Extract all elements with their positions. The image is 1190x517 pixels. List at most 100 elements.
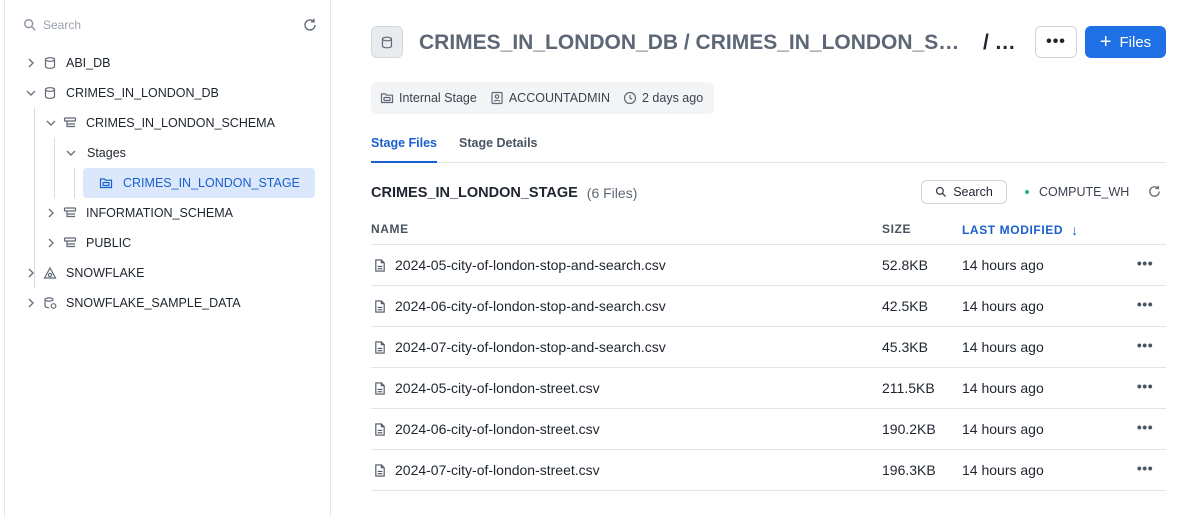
file-size: 45.3KB bbox=[882, 339, 928, 355]
table-row[interactable]: 2024-05-city-of-london-street.csv 211.5K… bbox=[371, 368, 1166, 409]
page-title: CRIMES_IN_LONDON_DB / CRIMES_IN_LONDON_S… bbox=[419, 28, 1027, 58]
stage-icon bbox=[380, 93, 394, 104]
file-icon bbox=[375, 259, 385, 272]
created-label: 2 days ago bbox=[642, 91, 704, 105]
database-icon bbox=[381, 36, 393, 48]
sidebar-search[interactable]: Search bbox=[23, 14, 318, 36]
table-row[interactable]: 2024-07-city-of-london-stop-and-search.c… bbox=[371, 327, 1166, 368]
file-modified: 14 hours ago bbox=[962, 257, 1044, 273]
table-row[interactable]: 2024-06-city-of-london-street.csv 190.2K… bbox=[371, 409, 1166, 450]
file-size: 190.2KB bbox=[882, 421, 936, 437]
chevron-right-icon[interactable] bbox=[25, 267, 37, 279]
row-more-button[interactable]: ••• bbox=[1135, 378, 1155, 398]
refresh-icon[interactable] bbox=[1147, 184, 1162, 199]
file-size: 196.3KB bbox=[882, 462, 936, 478]
column-header-name[interactable]: NAME bbox=[371, 222, 409, 236]
file-icon bbox=[375, 300, 385, 313]
search-files-button[interactable]: Search bbox=[921, 180, 1007, 204]
database-icon bbox=[44, 57, 56, 69]
schema-icon bbox=[63, 207, 77, 218]
column-header-label: LAST MODIFIED bbox=[962, 223, 1064, 237]
plus-icon: + bbox=[1099, 31, 1112, 53]
schema-icon bbox=[63, 237, 77, 248]
sidebar-search-input[interactable]: Search bbox=[43, 18, 302, 32]
chevron-down-icon[interactable] bbox=[25, 87, 37, 99]
chevron-right-icon[interactable] bbox=[25, 57, 37, 69]
chevron-right-icon[interactable] bbox=[45, 237, 57, 249]
file-icon bbox=[375, 464, 385, 477]
file-modified: 14 hours ago bbox=[962, 298, 1044, 314]
table-header: NAME SIZE LAST MODIFIED ↓ bbox=[371, 214, 1166, 245]
row-more-button[interactable]: ••• bbox=[1135, 419, 1155, 439]
tree-item-crimes-in-london-stage[interactable]: CRIMES_IN_LONDON_STAGE bbox=[83, 168, 315, 198]
breadcrumb-path[interactable]: CRIMES_IN_LONDON_DB / CRIMES_IN_LONDON_S… bbox=[419, 31, 969, 55]
created-meta: 2 days ago bbox=[623, 91, 703, 105]
tree-item-label: INFORMATION_SCHEMA bbox=[86, 206, 233, 220]
warehouse-status-dot bbox=[1025, 190, 1029, 194]
file-icon bbox=[375, 382, 385, 395]
tree-guide-line bbox=[74, 168, 75, 198]
table-row[interactable]: 2024-05-city-of-london-stop-and-search.c… bbox=[371, 245, 1166, 286]
add-files-label: Files bbox=[1119, 33, 1152, 51]
chevron-down-icon[interactable] bbox=[65, 147, 77, 159]
refresh-icon[interactable] bbox=[302, 17, 318, 33]
sort-descending-icon: ↓ bbox=[1071, 222, 1079, 238]
table-row[interactable]: 2024-07-city-of-london-street.csv 196.3K… bbox=[371, 450, 1166, 491]
stage-type-label: Internal Stage bbox=[399, 91, 477, 105]
more-actions-button[interactable]: ••• bbox=[1035, 26, 1077, 58]
row-more-button[interactable]: ••• bbox=[1135, 296, 1155, 316]
file-size: 211.5KB bbox=[882, 380, 935, 396]
column-header-size[interactable]: SIZE bbox=[882, 222, 911, 236]
tree-item-abi-db[interactable]: ABI_DB bbox=[25, 48, 110, 78]
file-icon bbox=[375, 341, 385, 354]
file-name: 2024-06-city-of-london-street.csv bbox=[395, 421, 600, 437]
stage-detail-panel: CRIMES_IN_LONDON_DB / CRIMES_IN_LONDON_S… bbox=[331, 0, 1190, 517]
database-badge bbox=[371, 26, 403, 58]
file-name: 2024-06-city-of-london-stop-and-search.c… bbox=[395, 298, 666, 314]
object-explorer-sidebar: Search ABI_DB CRIMES_IN_LONDON_DB CRIMES… bbox=[4, 0, 331, 517]
chevron-right-icon[interactable] bbox=[45, 207, 57, 219]
tree-guide-line bbox=[54, 138, 55, 198]
chevron-right-icon[interactable] bbox=[25, 297, 37, 309]
tree-item-crimes-in-london-schema[interactable]: CRIMES_IN_LONDON_SCHEMA bbox=[45, 108, 275, 138]
tree-item-label: Stages bbox=[87, 146, 126, 160]
stage-name: CRIMES_IN_LONDON_STAGE bbox=[371, 185, 578, 201]
tree-item-crimes-in-london-db[interactable]: CRIMES_IN_LONDON_DB bbox=[25, 78, 219, 108]
tab-bar: Stage Files Stage Details bbox=[371, 130, 1166, 163]
tree-item-information-schema[interactable]: INFORMATION_SCHEMA bbox=[45, 198, 233, 228]
search-icon bbox=[936, 186, 947, 197]
tree-item-stages[interactable]: Stages bbox=[65, 138, 126, 168]
column-header-last-modified[interactable]: LAST MODIFIED ↓ bbox=[962, 222, 1079, 238]
stage-files-header: CRIMES_IN_LONDON_STAGE (6 Files) Search … bbox=[371, 180, 1166, 206]
warehouse-name: COMPUTE_WH bbox=[1039, 185, 1130, 199]
table-row[interactable]: 2024-06-city-of-london-stop-and-search.c… bbox=[371, 286, 1166, 327]
file-modified: 14 hours ago bbox=[962, 380, 1044, 396]
tree-item-label: CRIMES_IN_LONDON_STAGE bbox=[123, 176, 300, 190]
chevron-down-icon[interactable] bbox=[45, 117, 57, 129]
file-size: 52.8KB bbox=[882, 257, 928, 273]
tree-item-label: SNOWFLAKE bbox=[66, 266, 145, 280]
tree-item-snowflake[interactable]: SNOWFLAKE bbox=[25, 258, 145, 288]
row-more-button[interactable]: ••• bbox=[1135, 337, 1155, 357]
tree-item-label: PUBLIC bbox=[86, 236, 132, 250]
tree-item-label: SNOWFLAKE_SAMPLE_DATA bbox=[66, 296, 241, 310]
add-files-button[interactable]: + Files bbox=[1085, 26, 1166, 58]
warehouse-selector[interactable]: COMPUTE_WH bbox=[1025, 180, 1129, 204]
tab-stage-details[interactable]: Stage Details bbox=[459, 136, 538, 163]
row-more-button[interactable]: ••• bbox=[1135, 460, 1155, 480]
file-modified: 14 hours ago bbox=[962, 339, 1044, 355]
tree-item-public[interactable]: PUBLIC bbox=[45, 228, 131, 258]
file-name: 2024-07-city-of-london-stop-and-search.c… bbox=[395, 339, 666, 355]
clock-icon bbox=[623, 91, 637, 105]
row-more-button[interactable]: ••• bbox=[1135, 255, 1155, 275]
stage-icon bbox=[99, 178, 113, 189]
file-name: 2024-05-city-of-london-stop-and-search.c… bbox=[395, 257, 666, 273]
tab-stage-files[interactable]: Stage Files bbox=[371, 136, 437, 163]
owner-label: ACCOUNTADMIN bbox=[508, 91, 610, 105]
tree-item-label: CRIMES_IN_LONDON_DB bbox=[66, 86, 219, 100]
owner-meta: ACCOUNTADMIN bbox=[490, 91, 610, 105]
tree-item-snowflake-sample-data[interactable]: SNOWFLAKE_SAMPLE_DATA bbox=[25, 288, 241, 318]
shared-database-icon bbox=[44, 297, 57, 309]
search-files-label: Search bbox=[953, 185, 993, 199]
file-icon bbox=[375, 423, 385, 436]
